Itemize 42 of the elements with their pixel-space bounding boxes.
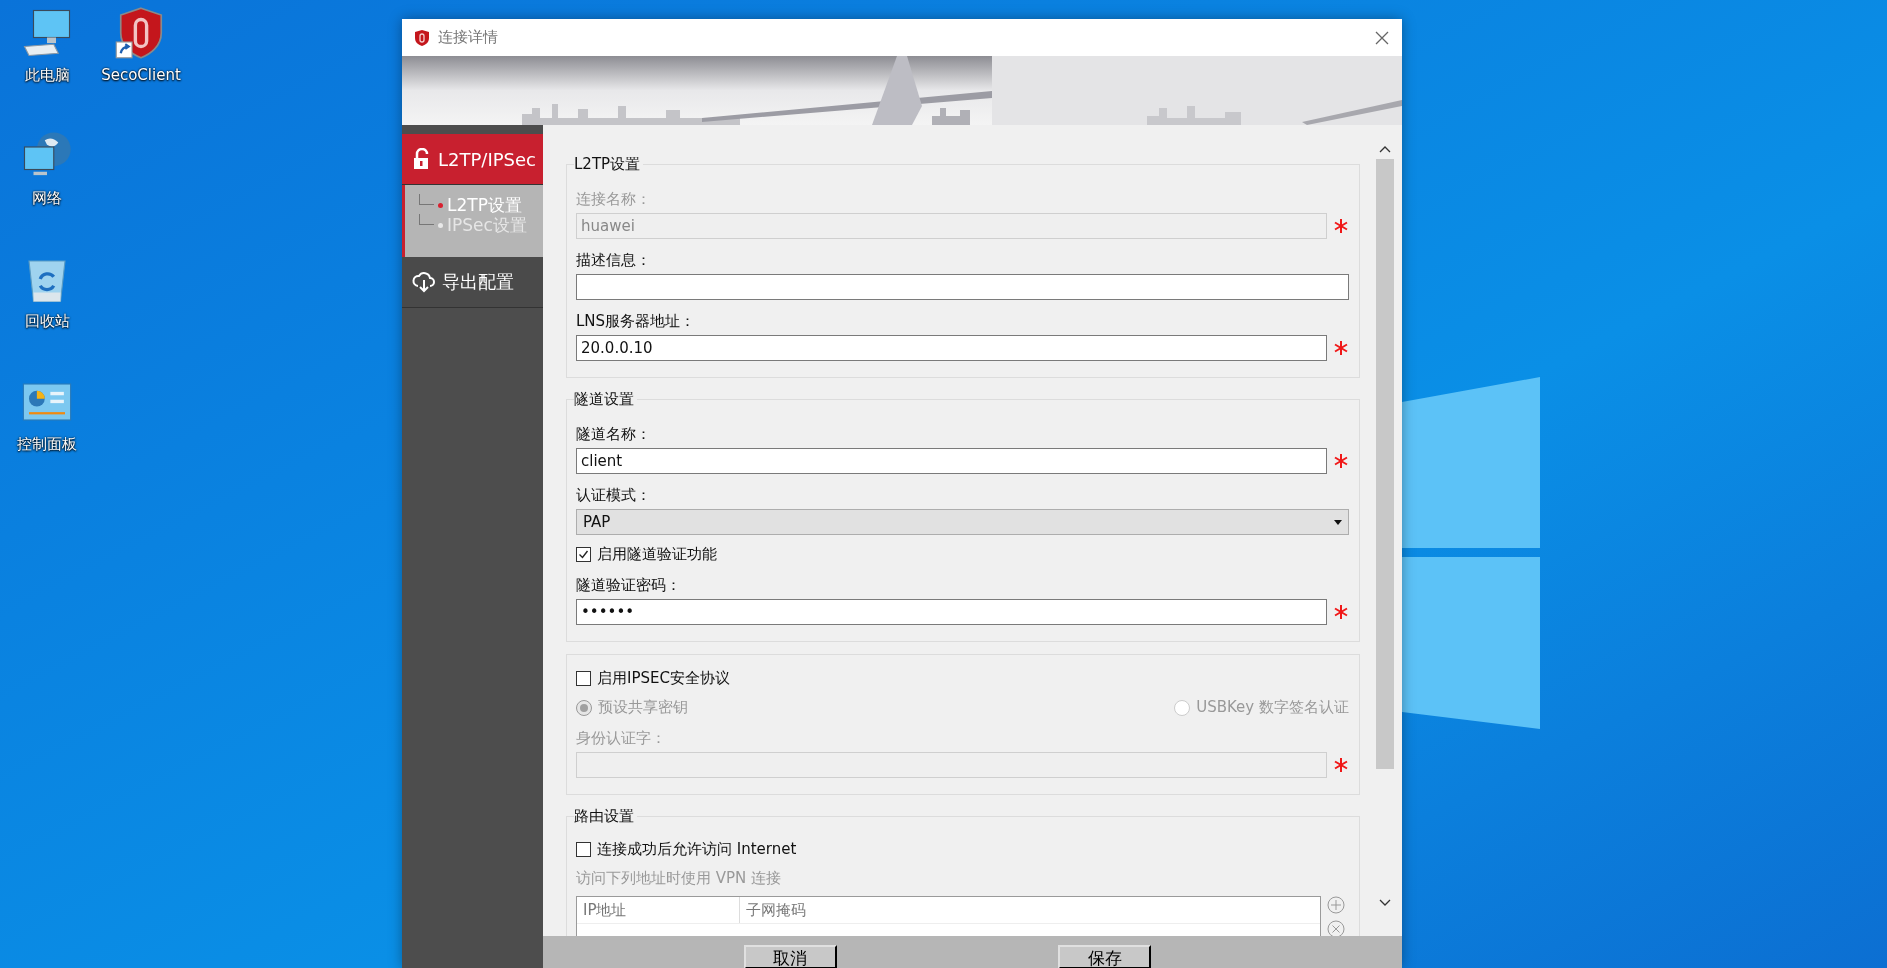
group-title: 隧道设置 (574, 390, 635, 409)
icon-label: 控制面板 (17, 435, 77, 454)
field-label: 身份认证字： (576, 728, 667, 749)
icon-label: 此电脑 (24, 66, 70, 85)
column-header: IP地址 (577, 897, 740, 923)
shield-icon (414, 28, 430, 47)
close-icon[interactable] (1374, 29, 1390, 46)
scroll-up-icon[interactable] (1379, 145, 1391, 153)
checkbox[interactable] (576, 547, 591, 562)
window-title: 连接详情 (438, 28, 499, 47)
field-label: 连接名称： (576, 189, 652, 210)
dialog-button[interactable]: 取消 (743, 945, 837, 968)
checkbox[interactable] (576, 842, 591, 857)
scroll-down-icon[interactable] (1379, 899, 1391, 907)
group-title: 路由设置 (574, 807, 635, 826)
dropdown[interactable]: PAP (576, 509, 1349, 535)
field-label: LNS服务器地址： (576, 311, 697, 332)
icon-label: SecoClient (101, 66, 181, 84)
caret-icon (1334, 519, 1342, 525)
scrollbar[interactable] (1376, 159, 1394, 769)
checkbox-label: 连接成功后允许访问 Internet (597, 840, 797, 859)
icon-label: 网络 (32, 189, 62, 208)
cloud-download-icon (412, 271, 436, 293)
hint-text: 访问下列地址时使用 VPN 连接 (576, 869, 783, 888)
field-label: 认证模式： (576, 485, 652, 506)
input-field[interactable] (576, 274, 1349, 300)
dialog-button[interactable]: 保存 (1058, 945, 1152, 968)
checkbox-label: 启用IPSEC安全协议 (597, 669, 730, 688)
input-field[interactable]: client (576, 448, 1327, 474)
radio-label: 预设共享密钥 (598, 698, 688, 717)
column-header: 子网掩码 (745, 900, 807, 921)
input-field[interactable]: 20.0.0.10 (576, 335, 1327, 361)
field-label: 隧道验证密码： (576, 575, 682, 596)
group-title: L2TP设置 (574, 155, 642, 174)
checkbox-label: 启用隧道验证功能 (597, 545, 717, 564)
field-label: 隧道名称： (576, 424, 652, 445)
nav-item[interactable]: L2TP/IPSec (402, 134, 543, 185)
input-field[interactable]: •••••• (576, 599, 1327, 625)
radio-label: USBKey 数字签名认证 (1196, 698, 1349, 717)
icon-label: 回收站 (24, 312, 70, 331)
field-label: 描述信息： (576, 250, 652, 271)
checkbox[interactable] (576, 671, 591, 686)
